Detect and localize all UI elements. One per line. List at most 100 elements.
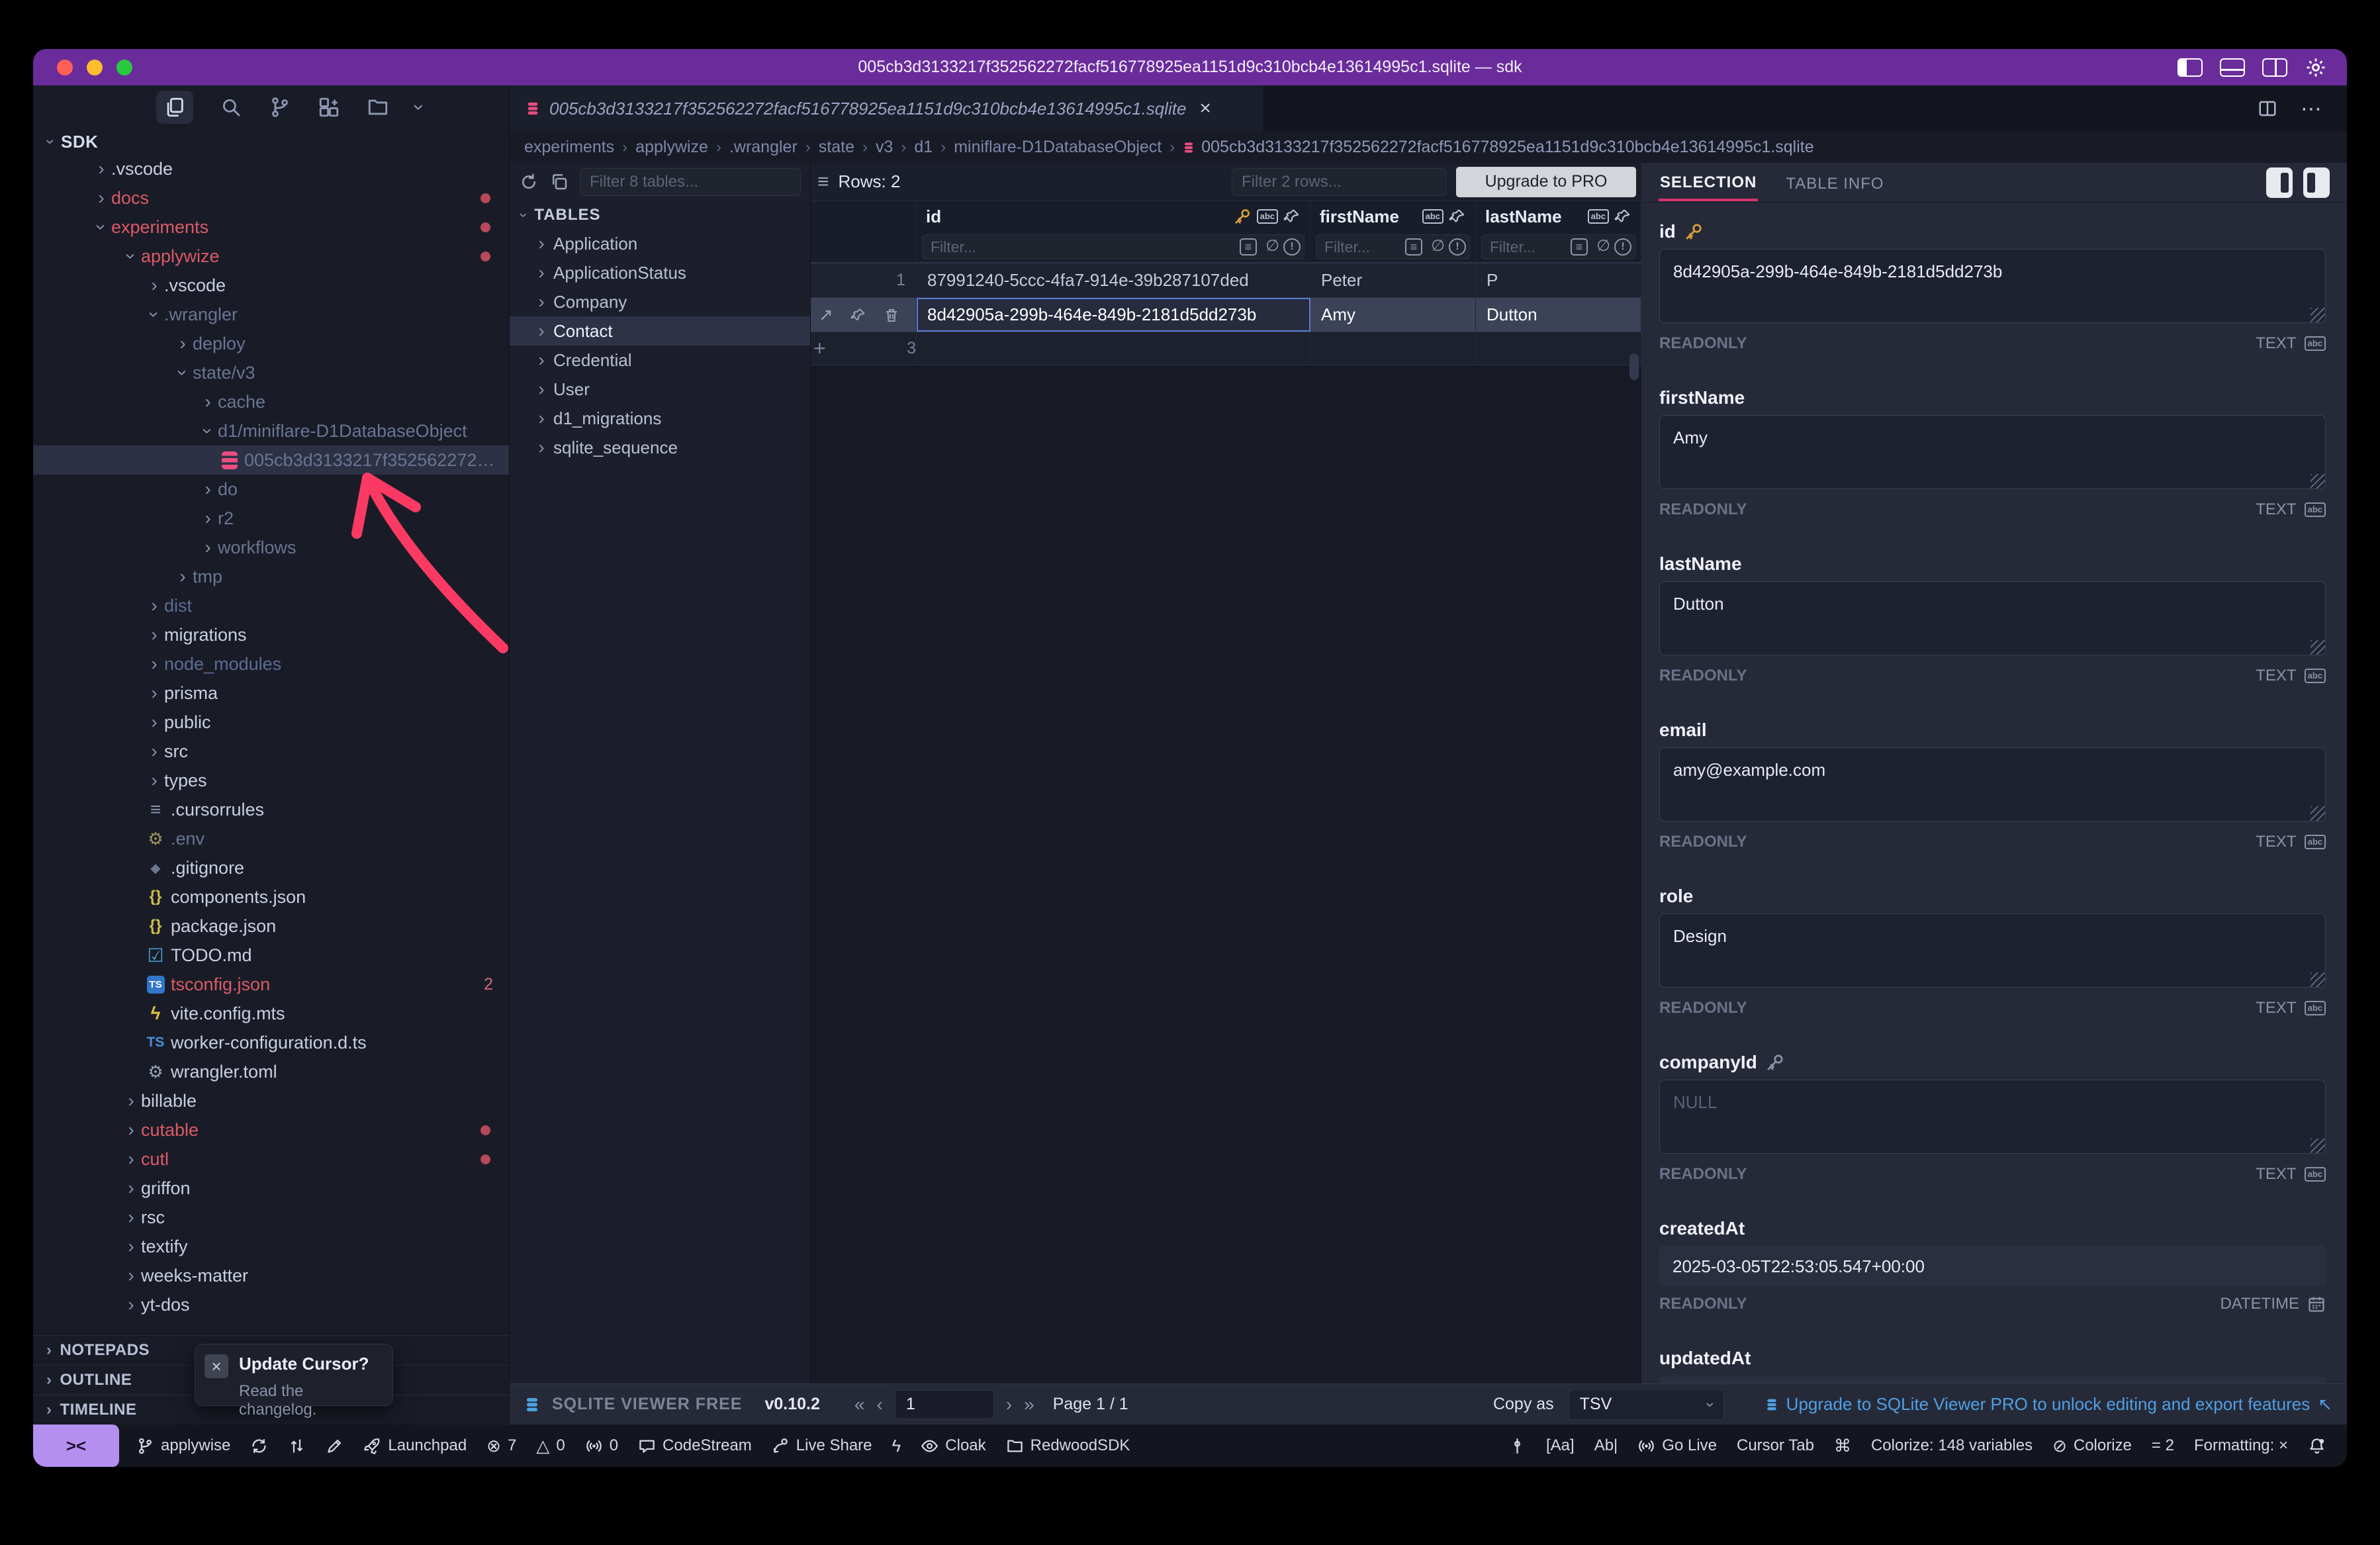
tree-item[interactable]: wrangler.toml: [33, 1057, 509, 1086]
statusbar-item[interactable]: Go Live: [1637, 1436, 1717, 1455]
statusbar-item[interactable]: Cloak: [921, 1436, 985, 1455]
close-tab-icon[interactable]: ×: [1199, 97, 1211, 120]
tree-item[interactable]: › public: [33, 708, 509, 737]
filter-null-icon[interactable]: [1431, 236, 1445, 256]
statusbar-item[interactable]: 0: [585, 1436, 618, 1455]
breadcrumb-item[interactable]: applywize ›: [635, 138, 729, 157]
table-item[interactable]: › Application: [510, 229, 810, 258]
tree-item[interactable]: worker-configuration.d.ts: [33, 1028, 509, 1057]
minimize-button[interactable]: [87, 60, 103, 75]
tree-item[interactable]: › r2: [33, 504, 509, 533]
tree-item[interactable]: › billable: [33, 1086, 509, 1115]
tree-item[interactable]: › types: [33, 766, 509, 795]
breadcrumb-item[interactable]: miniflare-D1DatabaseObject ›: [954, 138, 1183, 157]
delete-row-icon[interactable]: [884, 307, 899, 323]
pin-column-icon[interactable]: [1614, 208, 1631, 225]
filter-null-icon[interactable]: [1265, 236, 1279, 256]
breadcrumb-item[interactable]: .wrangler ›: [729, 138, 819, 157]
statusbar-item[interactable]: △ 0: [536, 1436, 565, 1456]
column-filter-input[interactable]: [1481, 234, 1635, 259]
tree-item[interactable]: › .vscode: [33, 154, 509, 183]
close-button[interactable]: [57, 60, 73, 75]
search-icon[interactable]: [220, 96, 242, 118]
column-header-id[interactable]: id abc: [917, 201, 1310, 232]
pin-column-icon[interactable]: [1449, 208, 1466, 225]
tree-item[interactable]: › .vscode: [33, 271, 509, 300]
statusbar-item[interactable]: Launchpad: [363, 1436, 467, 1455]
tree-item[interactable]: › griffon: [33, 1174, 509, 1203]
tree-item[interactable]: › src: [33, 737, 509, 766]
last-page-icon[interactable]: »: [1024, 1394, 1034, 1415]
zoom-button[interactable]: [116, 60, 132, 75]
statusbar-item[interactable]: ⌘: [1834, 1436, 1851, 1456]
breadcrumb-file[interactable]: 005cb3d3133217f352562272facf516778925ea1…: [1201, 138, 1813, 157]
tree-item[interactable]: tsconfig.json 2: [33, 970, 509, 999]
more-actions-icon[interactable]: ⋯: [2301, 96, 2323, 121]
statusbar-item[interactable]: [288, 1437, 306, 1455]
grid-menu-icon[interactable]: ≡: [817, 171, 829, 193]
cell-id-selected[interactable]: 8d42905a-299b-464e-849b-2181d5dd273b: [917, 298, 1310, 332]
table-item[interactable]: › d1_migrations: [510, 404, 810, 433]
tree-item[interactable]: › workflows: [33, 533, 509, 562]
table-item[interactable]: › Credential: [510, 346, 810, 375]
pin-row-icon[interactable]: [850, 307, 866, 323]
tree-item[interactable]: › cache: [33, 387, 509, 416]
statusbar-item[interactable]: Formatting: ×: [2194, 1436, 2288, 1455]
statusbar-item[interactable]: Live Share: [772, 1436, 872, 1455]
notification-body[interactable]: Read the changelog.: [239, 1382, 383, 1419]
table-item[interactable]: › User: [510, 375, 810, 404]
toggle-panel-icon[interactable]: [2220, 58, 2245, 77]
tree-item[interactable]: › state/v3: [33, 358, 509, 387]
statusbar-item[interactable]: ⊘ Colorize: [2052, 1436, 2132, 1456]
tree-item[interactable]: 005cb3d3133217f352562272…: [33, 445, 509, 475]
toggle-sidebar-right-icon[interactable]: [2262, 58, 2287, 77]
tree-item[interactable]: › cutl: [33, 1145, 509, 1174]
tab-selection[interactable]: SELECTION: [1659, 164, 1758, 201]
filter-not-icon[interactable]: [1283, 238, 1301, 256]
open-row-icon[interactable]: ↗: [819, 304, 833, 325]
tree-item[interactable]: .gitignore: [33, 853, 509, 882]
data-row-selected[interactable]: ↗ 8d42905a-299b-464e-849b-2181d5dd273b A…: [811, 298, 1641, 332]
field-value[interactable]: Design: [1659, 913, 2326, 988]
split-editor-icon[interactable]: [2257, 99, 2278, 118]
toggle-sidebar-left-icon[interactable]: [2177, 58, 2203, 77]
prev-page-icon[interactable]: ‹: [876, 1394, 882, 1415]
breadcrumb-item[interactable]: d1 ›: [914, 138, 954, 157]
filter-mode-icon[interactable]: [1405, 238, 1422, 256]
statusbar-item[interactable]: applywise: [136, 1436, 230, 1455]
tree-item[interactable]: › d1/miniflare-D1DatabaseObject: [33, 416, 509, 445]
remote-indicator[interactable]: ><: [33, 1425, 119, 1467]
data-row[interactable]: 1 87991240-5ccc-4fa7-914e-39b287107ded P…: [811, 263, 1641, 298]
filter-rows-input[interactable]: [1232, 168, 1447, 196]
duplicate-icon[interactable]: [549, 172, 569, 192]
cell-firstname[interactable]: Amy: [1310, 298, 1476, 332]
tree-item[interactable]: › prisma: [33, 679, 509, 708]
tree-item[interactable]: vite.config.mts: [33, 999, 509, 1028]
tables-section-header[interactable]: › TABLES: [510, 201, 810, 229]
filter-mode-icon[interactable]: [1240, 238, 1257, 256]
tree-item[interactable]: › tmp: [33, 562, 509, 591]
tab-sqlite-file[interactable]: 005cb3d3133217f352562272facf516778925ea1…: [510, 85, 1264, 132]
add-row-icon[interactable]: +: [811, 336, 826, 361]
statusbar-item[interactable]: [Aa]: [1546, 1436, 1575, 1455]
field-value[interactable]: [1659, 1246, 2326, 1287]
first-page-icon[interactable]: «: [854, 1394, 865, 1415]
filter-tables-input[interactable]: [580, 168, 801, 196]
add-row[interactable]: +3: [811, 332, 1641, 365]
cell-firstname[interactable]: Peter: [1310, 263, 1476, 297]
statusbar-item[interactable]: [326, 1437, 343, 1455]
refresh-icon[interactable]: [519, 172, 539, 192]
statusbar-item[interactable]: Ab|: [1594, 1436, 1618, 1455]
tree-item[interactable]: › textify: [33, 1232, 509, 1261]
tree-item[interactable]: .cursorrules: [33, 795, 509, 824]
breadcrumb-item[interactable]: v3 ›: [876, 138, 914, 157]
tab-table-info[interactable]: TABLE INFO: [1784, 165, 1885, 200]
cell-lastname[interactable]: Dutton: [1476, 298, 1641, 332]
tree-item[interactable]: › applywize: [33, 242, 509, 271]
upgrade-pro-link[interactable]: Upgrade to SQLite Viewer PRO to unlock e…: [1765, 1394, 2332, 1415]
statusbar-item[interactable]: Colorize: 148 variables: [1871, 1436, 2033, 1455]
table-item[interactable]: › ApplicationStatus: [510, 258, 810, 287]
upgrade-to-pro-button[interactable]: Upgrade to PRO: [1456, 167, 1636, 197]
statusbar-item[interactable]: ⊗ 7: [486, 1436, 516, 1456]
statusbar-item[interactable]: [1508, 1437, 1526, 1455]
